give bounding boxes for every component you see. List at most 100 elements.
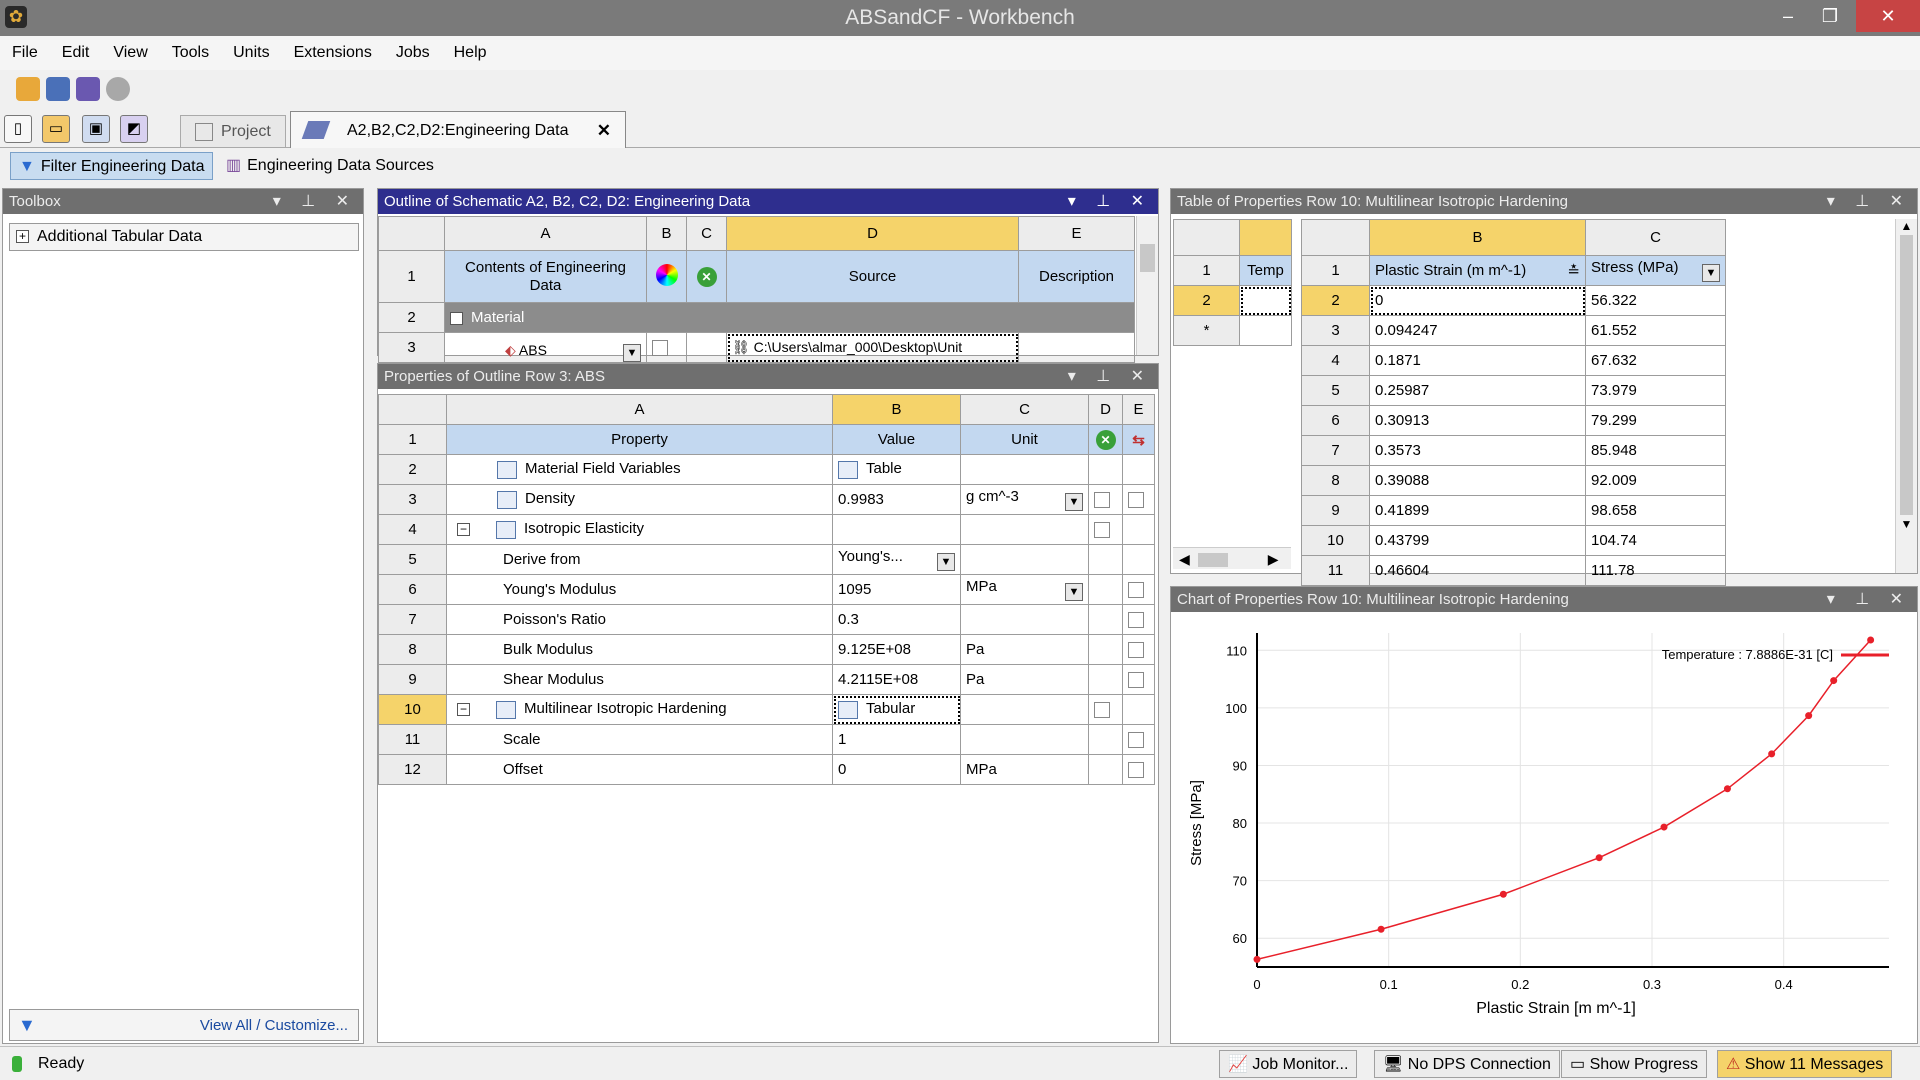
view-all-customize-link[interactable]: View All / Customize... (200, 1017, 348, 1034)
stress-unit-dropdown-icon[interactable]: ▼ (1702, 264, 1720, 282)
value-header[interactable]: Value (832, 424, 961, 455)
stress-header[interactable]: Stress (MPa) ▼ (1585, 255, 1726, 286)
col-header-a[interactable]: A (446, 394, 833, 425)
menu-units[interactable]: Units (221, 36, 281, 70)
property-name-cell[interactable]: Shear Modulus (446, 664, 833, 695)
save-as-icon[interactable]: ◩ (120, 115, 148, 143)
value-cell[interactable]: 1095 (832, 574, 961, 605)
unit-dropdown-icon[interactable]: ▼ (1065, 583, 1083, 601)
value-cell[interactable]: 4.2115E+08 (832, 664, 961, 695)
temperature-new-cell[interactable] (1239, 315, 1292, 346)
property-name-cell[interactable]: − Isotropic Elasticity (446, 514, 833, 545)
stress-cell[interactable]: 79.299 (1585, 405, 1726, 436)
col-header-d[interactable]: D (1088, 394, 1123, 425)
scroll-left-icon[interactable]: ◀ (1179, 551, 1190, 567)
material-abs-cell[interactable]: ⬖ ABS ▼ (444, 332, 647, 363)
menu-file[interactable]: File (0, 36, 50, 70)
plastic-strain-cell[interactable]: 0.30913 (1369, 405, 1586, 436)
unit-cell[interactable]: g cm^-3 ▼ (960, 484, 1089, 515)
property-name-cell[interactable]: − Multilinear Isotropic Hardening (446, 694, 833, 725)
show-progress-button[interactable]: ▭ Show Progress (1561, 1050, 1708, 1078)
value-cell[interactable]: Table (832, 454, 961, 485)
checkbox[interactable] (1128, 672, 1144, 689)
col-header-a[interactable]: A (444, 216, 647, 251)
col-header-b[interactable]: B (832, 394, 961, 425)
col-header-e[interactable]: E (1018, 216, 1135, 251)
plastic-strain-cell[interactable]: 0 (1369, 285, 1586, 316)
col-header-e[interactable]: E (1122, 394, 1155, 425)
description-header[interactable]: Description (1018, 250, 1135, 303)
collapse-icon[interactable]: − (457, 523, 470, 537)
open-project-icon[interactable] (16, 77, 40, 101)
checkbox[interactable] (1094, 702, 1110, 719)
plastic-strain-cell[interactable]: 0.25987 (1369, 375, 1586, 406)
stress-cell[interactable]: 111.78 (1585, 555, 1726, 586)
value-cell[interactable]: 1 (832, 724, 961, 755)
stress-cell[interactable]: 92.009 (1585, 465, 1726, 496)
engineering-data-sources-button[interactable]: ▥ Engineering Data Sources (220, 152, 440, 180)
stress-cell[interactable]: 85.948 (1585, 435, 1726, 466)
open-folder-icon[interactable]: ▭ (42, 115, 70, 143)
contents-header[interactable]: Contents of Engineering Data (444, 250, 647, 303)
table-vscrollbar[interactable]: ▲ ▼ (1895, 219, 1917, 573)
additional-tabular-data-group[interactable]: + Additional Tabular Data (9, 223, 359, 251)
unit-dropdown-icon[interactable]: ▼ (1065, 493, 1083, 511)
scroll-right-icon[interactable]: ▶ (1268, 551, 1279, 567)
property-name-cell[interactable]: Material Field Variables (446, 454, 833, 485)
sort-icon[interactable]: ≛ (1567, 262, 1580, 280)
save-icon[interactable]: ▣ (82, 115, 110, 143)
menu-extensions[interactable]: Extensions (282, 36, 384, 70)
save-all-icon[interactable] (76, 77, 100, 101)
temperature-header[interactable]: Temp (1239, 255, 1292, 286)
property-name-cell[interactable]: Derive from (446, 544, 833, 575)
outline-panel-controls[interactable]: ▾ ⊥ ✕ (1068, 189, 1152, 214)
chart-panel-controls[interactable]: ▾ ⊥ ✕ (1827, 587, 1911, 612)
stress-cell[interactable]: 98.658 (1585, 495, 1726, 526)
stress-cell[interactable]: 104.74 (1585, 525, 1726, 556)
plastic-strain-cell[interactable]: 0.43799 (1369, 525, 1586, 556)
property-name-cell[interactable]: Density (446, 484, 833, 515)
col-header-c[interactable]: C (1585, 219, 1726, 256)
plastic-strain-cell[interactable]: 0.41899 (1369, 495, 1586, 526)
tab-close-icon[interactable]: ✕ (597, 112, 611, 149)
stress-cell[interactable]: 67.632 (1585, 345, 1726, 376)
menu-edit[interactable]: Edit (50, 36, 102, 70)
property-name-cell[interactable]: Poisson's Ratio (446, 604, 833, 635)
temp-col-header[interactable] (1239, 219, 1292, 256)
checkbox[interactable] (1128, 732, 1144, 749)
table-panel-controls[interactable]: ▾ ⊥ ✕ (1827, 189, 1911, 214)
property-header[interactable]: Property (446, 424, 833, 455)
checkbox[interactable] (1128, 492, 1144, 509)
checkbox[interactable] (1128, 612, 1144, 629)
menu-view[interactable]: View (101, 36, 159, 70)
menu-help[interactable]: Help (442, 36, 499, 70)
plastic-strain-header[interactable]: Plastic Strain (m m^-1) ≛ (1369, 255, 1586, 286)
property-name-cell[interactable]: Bulk Modulus (446, 634, 833, 665)
menu-tools[interactable]: Tools (160, 36, 221, 70)
checkbox[interactable] (1094, 492, 1110, 509)
toolbox-panel-controls[interactable]: ▾ ⊥ ✕ (273, 189, 357, 214)
minimize-button[interactable]: – (1765, 0, 1811, 32)
checkbox[interactable] (1094, 522, 1110, 539)
col-header-b[interactable]: B (1369, 219, 1586, 256)
stress-cell[interactable]: 56.322 (1585, 285, 1726, 316)
value-cell-selected[interactable]: Tabular (832, 694, 961, 725)
material-group-row[interactable]: − Material (444, 302, 1135, 333)
expand-icon[interactable]: + (16, 230, 29, 244)
tab-project[interactable]: Project (180, 115, 286, 147)
stress-cell[interactable]: 73.979 (1585, 375, 1726, 406)
value-cell[interactable]: 9.125E+08 (832, 634, 961, 665)
filter-engineering-data-button[interactable]: ▼ Filter Engineering Data (10, 152, 214, 180)
value-cell[interactable]: 0.9983 (832, 484, 961, 515)
collapse-icon[interactable]: − (450, 311, 463, 325)
plastic-strain-cell[interactable]: 0.094247 (1369, 315, 1586, 346)
outline-scrollbar[interactable] (1136, 216, 1158, 355)
source-header[interactable]: Source (726, 250, 1019, 303)
left-hscrollbar[interactable]: ◀ ▶ (1173, 547, 1291, 569)
property-name-cell[interactable]: Young's Modulus (446, 574, 833, 605)
properties-panel-controls[interactable]: ▾ ⊥ ✕ (1068, 364, 1152, 389)
plastic-strain-cell[interactable]: 0.39088 (1369, 465, 1586, 496)
checkbox[interactable] (1128, 642, 1144, 659)
collapse-icon[interactable]: − (457, 703, 470, 717)
save-project-icon[interactable] (46, 77, 70, 101)
